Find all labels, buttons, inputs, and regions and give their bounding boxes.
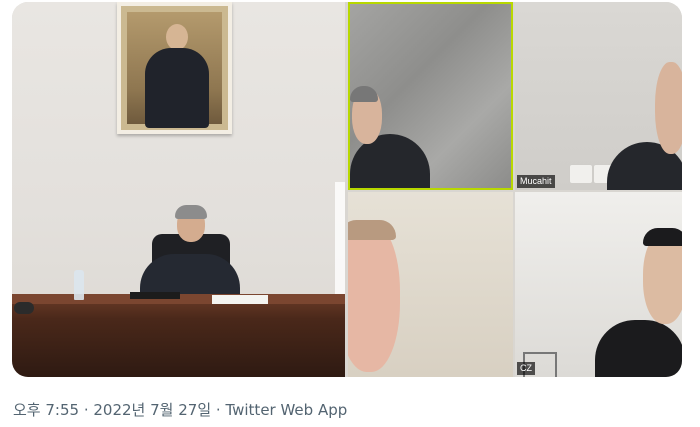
video-tile-top-left: [348, 2, 513, 190]
participant-face: [655, 62, 682, 154]
flag: [335, 182, 345, 302]
water-bottle: [74, 270, 84, 300]
tweet-media-image[interactable]: Mucahit CZ: [12, 2, 682, 377]
video-tile-bottom-right: CZ: [515, 192, 682, 377]
wall-portrait: [117, 2, 232, 134]
tweet-timestamp: 오후 7:55 · 2022년 7월 27일 · Twitter Web App: [13, 401, 348, 419]
video-tile-main: [12, 2, 345, 377]
participant-face: [348, 222, 400, 372]
participant-name-tag: CZ: [517, 362, 535, 375]
tweet-source: Twitter Web App: [225, 401, 348, 419]
conference-phone: [14, 302, 34, 314]
laptop: [130, 292, 180, 299]
video-tile-bottom-left: [348, 192, 513, 377]
documents: [212, 295, 268, 304]
desk: [12, 294, 345, 377]
participant-name-tag: Mucahit: [517, 175, 555, 188]
tweet-time-link[interactable]: 오후 7:55 · 2022년 7월 27일: [13, 401, 211, 419]
video-tile-top-right: Mucahit: [515, 2, 682, 190]
